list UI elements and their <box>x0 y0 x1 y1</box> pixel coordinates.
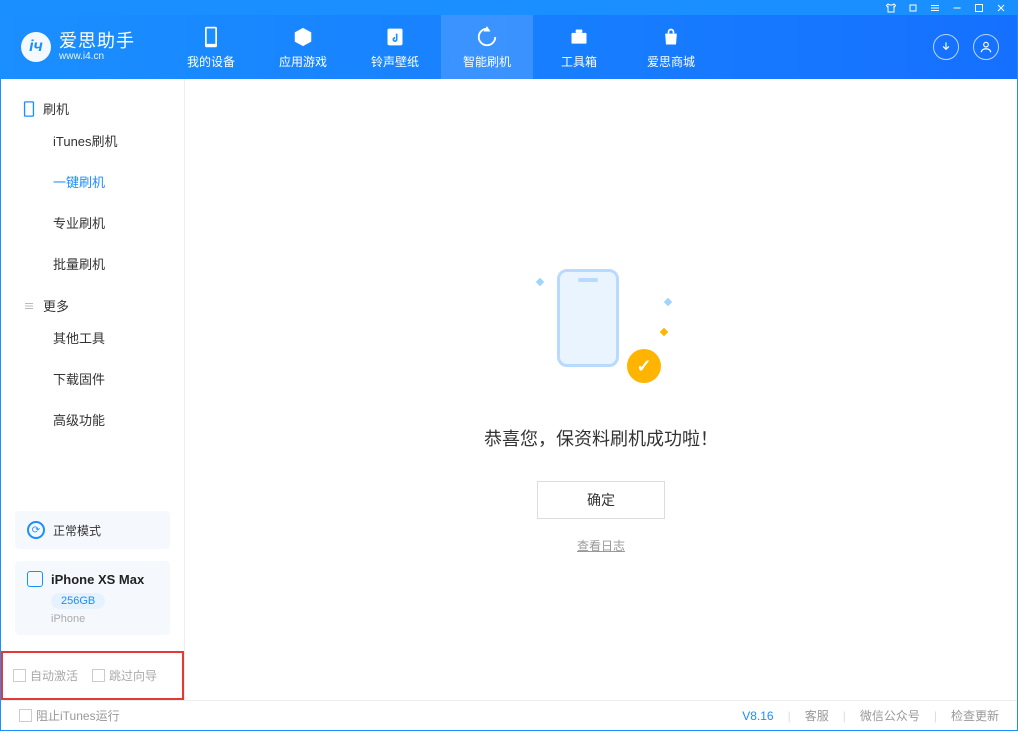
sidebar: 刷机 iTunes刷机 一键刷机 专业刷机 批量刷机 更多 其他工具 下载固件 … <box>1 79 185 700</box>
user-button[interactable] <box>973 34 999 60</box>
list-icon <box>23 300 35 312</box>
shirt-icon[interactable] <box>885 2 897 14</box>
success-message: 恭喜您，保资料刷机成功啦！ <box>484 425 718 451</box>
nav-flash[interactable]: 智能刷机 <box>441 15 533 79</box>
sidebar-item-advanced[interactable]: 高级功能 <box>1 399 184 440</box>
sidebar-section-more: 更多 <box>1 284 184 317</box>
sidebar-item-itunes-flash[interactable]: iTunes刷机 <box>1 120 184 161</box>
check-update-link[interactable]: 检查更新 <box>951 707 999 724</box>
wechat-link[interactable]: 微信公众号 <box>860 707 920 724</box>
sidebar-item-other-tools[interactable]: 其他工具 <box>1 317 184 358</box>
minimize-icon[interactable] <box>951 2 963 14</box>
success-illustration: ✓ <box>557 269 645 379</box>
nav-apps[interactable]: 应用游戏 <box>257 15 349 79</box>
support-link[interactable]: 客服 <box>805 707 829 724</box>
download-button[interactable] <box>933 34 959 60</box>
device-icon <box>27 571 43 587</box>
nav-toolbox[interactable]: 工具箱 <box>533 15 625 79</box>
skip-wizard-checkbox[interactable]: 跳过向导 <box>92 667 157 684</box>
footer: 阻止iTunes运行 V8.16 | 客服 | 微信公众号 | 检查更新 <box>1 700 1017 730</box>
block-itunes-checkbox[interactable]: 阻止iTunes运行 <box>19 707 120 724</box>
nav-store[interactable]: 爱思商城 <box>625 15 717 79</box>
logo: iч 爱思助手 www.i4.cn <box>1 32 155 63</box>
device-box[interactable]: iPhone XS Max 256GB iPhone <box>15 561 170 635</box>
sidebar-item-pro-flash[interactable]: 专业刷机 <box>1 202 184 243</box>
auto-activate-checkbox[interactable]: 自动激活 <box>13 667 78 684</box>
music-icon <box>383 25 407 49</box>
refresh-icon <box>475 25 499 49</box>
cube-icon <box>291 25 315 49</box>
device-type: iPhone <box>51 613 158 625</box>
bag-icon <box>659 25 683 49</box>
nav-ringtones[interactable]: 铃声壁纸 <box>349 15 441 79</box>
highlighted-options: 自动激活 跳过向导 <box>1 651 184 700</box>
briefcase-icon <box>567 25 591 49</box>
phone-icon <box>23 101 35 117</box>
mode-icon: ⟳ <box>27 521 45 539</box>
check-icon: ✓ <box>627 349 661 383</box>
logo-icon: iч <box>21 32 51 62</box>
app-url: www.i4.cn <box>59 51 135 62</box>
device-name: iPhone XS Max <box>51 572 144 587</box>
nav-my-device[interactable]: 我的设备 <box>165 15 257 79</box>
header: iч 爱思助手 www.i4.cn 我的设备 应用游戏 铃声壁纸 智能刷机 工具… <box>1 15 1017 79</box>
mode-label: 正常模式 <box>53 522 101 539</box>
sidebar-item-oneclick-flash[interactable]: 一键刷机 <box>1 161 184 202</box>
maximize-icon[interactable] <box>973 2 985 14</box>
sidebar-item-download-firmware[interactable]: 下载固件 <box>1 358 184 399</box>
sidebar-section-flash: 刷机 <box>1 87 184 120</box>
storage-badge: 256GB <box>51 593 105 609</box>
close-icon[interactable] <box>995 2 1007 14</box>
app-name: 爱思助手 <box>59 32 135 52</box>
phone-icon <box>199 25 223 49</box>
main-content: ✓ 恭喜您，保资料刷机成功啦！ 确定 查看日志 <box>185 79 1017 700</box>
nav-tabs: 我的设备 应用游戏 铃声壁纸 智能刷机 工具箱 爱思商城 <box>165 15 717 79</box>
mode-box[interactable]: ⟳ 正常模式 <box>15 511 170 549</box>
box-icon[interactable] <box>907 2 919 14</box>
window-controls <box>1 1 1017 15</box>
sidebar-item-batch-flash[interactable]: 批量刷机 <box>1 243 184 284</box>
view-log-link[interactable]: 查看日志 <box>577 537 625 554</box>
version-label: V8.16 <box>742 709 773 723</box>
menu-icon[interactable] <box>929 2 941 14</box>
ok-button[interactable]: 确定 <box>537 481 665 519</box>
